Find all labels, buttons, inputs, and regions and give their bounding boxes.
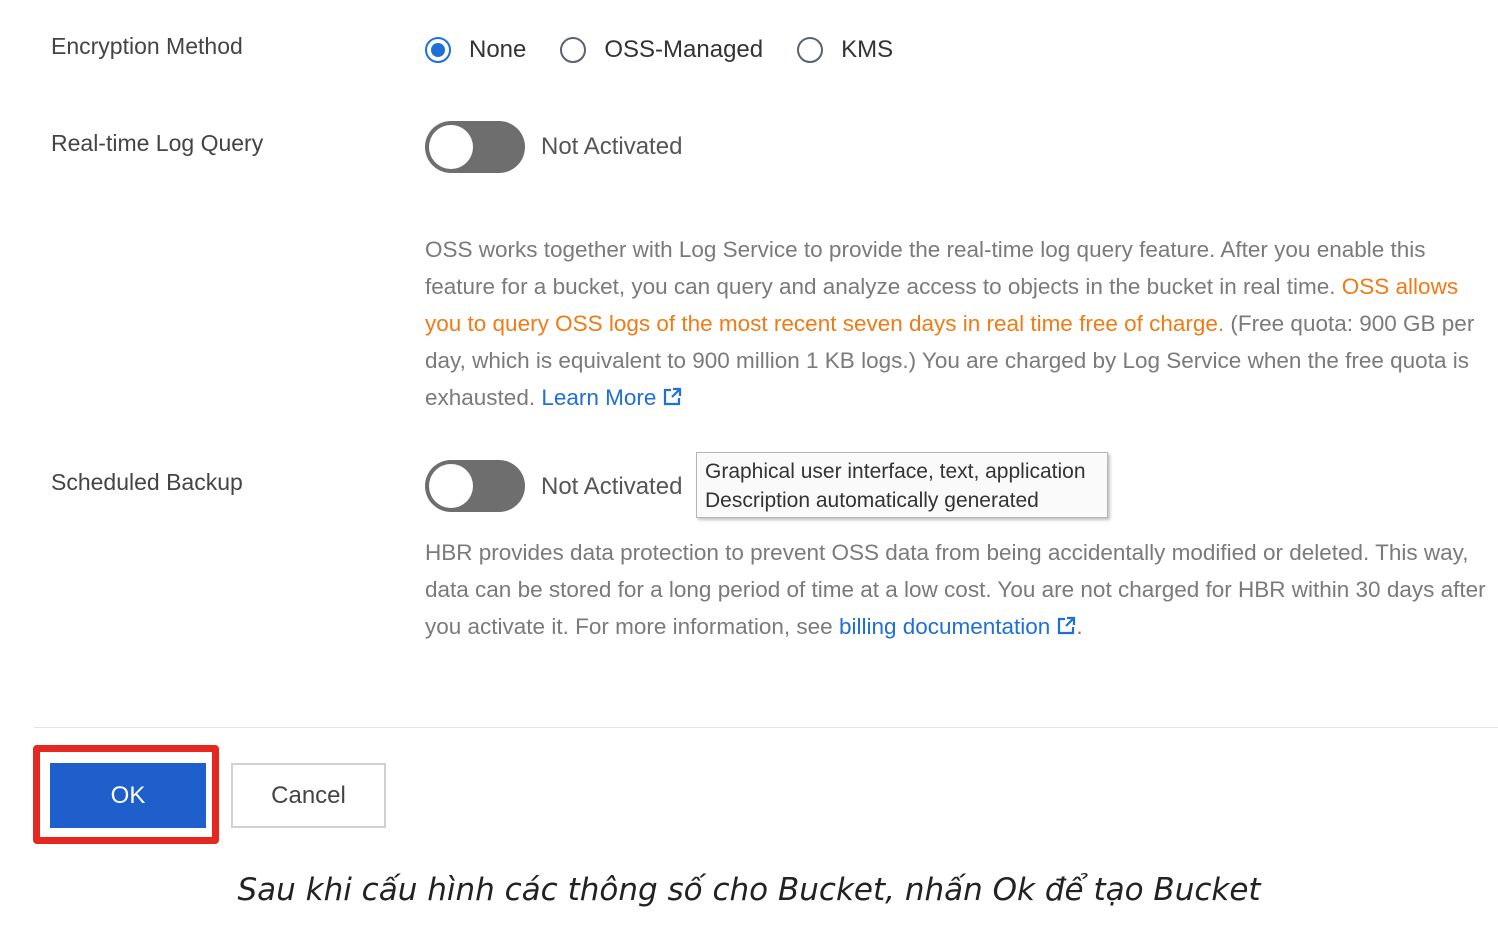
radio-unchecked-icon bbox=[797, 37, 824, 63]
radio-oss-managed[interactable]: OSS-Managed bbox=[560, 36, 763, 64]
encryption-method-label: Encryption Method bbox=[51, 33, 243, 59]
cancel-button[interactable]: Cancel bbox=[231, 763, 386, 828]
caption: Sau khi cấu hình các thông số cho Bucket… bbox=[237, 872, 1261, 908]
encryption-radio-group: None OSS-Managed KMS bbox=[425, 36, 927, 64]
log-query-desc-text: OSS works together with Log Service to p… bbox=[425, 237, 1426, 299]
billing-link-label: billing documentation bbox=[838, 614, 1051, 639]
external-link-icon bbox=[664, 387, 682, 406]
footer-divider bbox=[34, 727, 1498, 728]
radio-none[interactable]: None bbox=[425, 36, 526, 64]
scheduled-backup-label: Scheduled Backup bbox=[51, 469, 243, 495]
annotation-highlight-box bbox=[33, 745, 219, 844]
tooltip-line-2: Description automatically generated bbox=[705, 489, 1039, 512]
radio-checked-icon bbox=[425, 37, 451, 63]
log-query-description: OSS works together with Log Service to p… bbox=[425, 231, 1490, 416]
radio-oss-managed-label: OSS-Managed bbox=[604, 36, 764, 63]
backup-desc-end: . bbox=[1076, 614, 1083, 639]
log-query-status: Not Activated bbox=[541, 133, 683, 160]
external-link-icon bbox=[1058, 616, 1076, 635]
radio-unchecked-icon bbox=[560, 37, 587, 63]
billing-documentation-link[interactable]: billing documentation bbox=[839, 614, 1076, 639]
radio-none-label: None bbox=[469, 36, 527, 63]
backup-status: Not Activated bbox=[541, 473, 683, 500]
log-query-toggle[interactable] bbox=[425, 121, 525, 173]
tooltip-line-1: Graphical user interface, text, applicat… bbox=[705, 460, 1086, 483]
toggle-knob bbox=[429, 464, 473, 508]
radio-kms-label: KMS bbox=[841, 36, 894, 63]
toggle-knob bbox=[429, 125, 473, 169]
backup-description: HBR provides data protection to prevent … bbox=[425, 534, 1490, 645]
learn-more-label: Learn More bbox=[541, 385, 657, 410]
log-query-label: Real-time Log Query bbox=[51, 130, 264, 156]
alt-text-tooltip: Graphical user interface, text, applicat… bbox=[696, 452, 1108, 518]
learn-more-link[interactable]: Learn More bbox=[541, 385, 682, 410]
backup-toggle[interactable] bbox=[425, 460, 525, 512]
radio-kms[interactable]: KMS bbox=[797, 36, 893, 64]
